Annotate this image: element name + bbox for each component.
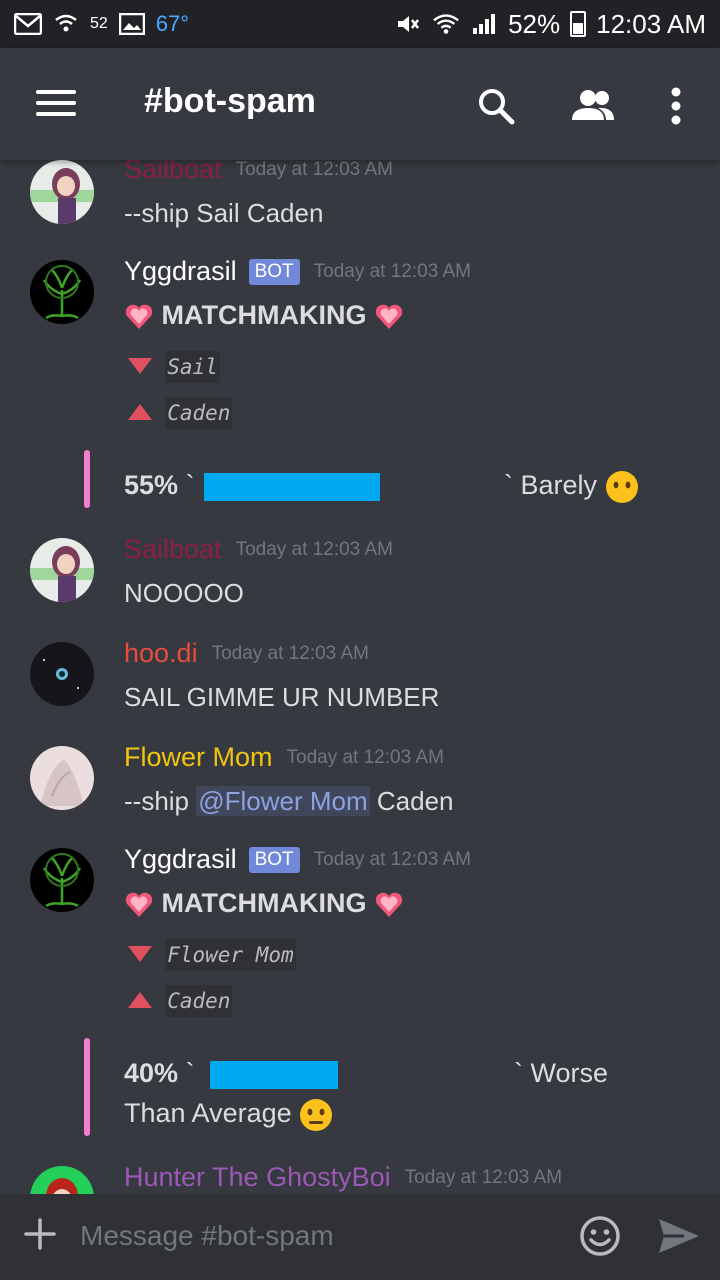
triangle-down-icon [128,946,152,962]
gmail-icon [14,12,42,36]
timestamp: Today at 12:03 AM [235,160,393,180]
search-icon[interactable] [474,84,518,128]
members-icon[interactable] [568,84,618,128]
triangle-up-icon [128,992,152,1008]
ship-name-up: Caden [128,984,233,1017]
plus-icon[interactable] [22,1216,58,1252]
notification-count: 52 [90,15,108,32]
matchmaking-title: MATCHMAKING [124,888,404,920]
title-text: MATCHMAKING [161,300,367,330]
match-progress-bar [204,473,380,501]
tick: ` [185,1058,195,1088]
title-text: MATCHMAKING [161,888,367,918]
more-vert-icon[interactable] [662,84,690,128]
author-name[interactable]: Sailboat [124,160,222,185]
tick: ` [504,470,513,501]
timestamp: Today at 12:03 AM [235,538,393,560]
heart-icon [125,892,153,917]
clock: 12:03 AM [596,8,706,39]
status-bar: 52 67° 52% 12:03 AM [0,0,720,48]
send-icon[interactable] [656,1216,702,1256]
match-progress-bar [210,1061,338,1089]
emoji-icon[interactable] [578,1214,622,1258]
avatar[interactable] [30,260,94,324]
embed-accent [84,450,90,508]
code-name: Flower Mom [165,939,296,971]
author-name[interactable]: Yggdrasil [124,844,237,875]
avatar[interactable] [30,848,94,912]
ship-name-up: Caden [128,396,233,429]
text-part: Caden [369,786,454,816]
author-name[interactable]: hoo.di [124,638,198,669]
neutral-face-icon [300,1099,333,1131]
bot-tag: BOT [248,258,300,285]
embed-percent-line: 40% ` [124,1058,195,1089]
timestamp: Today at 12:03 AM [404,1166,563,1188]
message-text: --ship Sail Caden [124,198,324,228]
code-name: Caden [165,985,233,1017]
message-list[interactable]: Sailboat Today at 12:03 AM --ship Sail C… [0,160,720,1194]
triangle-down-icon [128,358,152,374]
message-text: SAIL GIMME UR NUMBER [124,682,440,712]
text-part: --ship [124,786,197,816]
no-mouth-face-icon [605,471,638,503]
battery-icon [570,11,587,37]
embed-verdict: ` Worse [514,1058,608,1089]
author-name[interactable]: Flower Mom [124,742,273,773]
tick: ` [514,1058,523,1088]
ship-name-down: Sail [128,350,220,383]
channel-title: #bot-spam [144,82,316,120]
app-bar: #bot-spam [0,48,720,160]
avatar[interactable] [30,538,94,602]
message-text: --ship @Flower Mom Caden [124,786,454,817]
author-name[interactable]: Sailboat [124,534,222,565]
avatar[interactable] [30,160,94,224]
signal-icon [470,12,498,36]
embed-accent [84,1038,90,1136]
matchmaking-title: MATCHMAKING [124,300,404,332]
embed-percent-line: 55% ` [124,470,195,501]
message-text: NOOOOO [124,578,244,608]
verdict-text: Worse [530,1058,609,1088]
verdict-text: Barely [520,470,598,501]
image-icon [118,12,146,36]
avatar[interactable] [30,642,94,706]
timestamp: Today at 12:03 AM [286,746,444,768]
heart-icon [375,304,403,329]
embed-verdict: ` Barely [504,470,639,504]
mute-icon [394,12,422,36]
message-composer [0,1194,720,1280]
heart-icon [125,304,153,329]
code-name: Caden [165,397,233,429]
author-name[interactable]: Hunter The GhostyBoi [124,1162,391,1193]
match-percent: 55% [124,470,179,500]
battery-percent: 52% [508,8,561,39]
match-percent: 40% [124,1058,179,1088]
embed-verdict-line2: Than Average [124,1098,333,1132]
ship-name-down: Flower Mom [128,938,296,971]
heart-icon [375,892,403,917]
code-name: Sail [165,351,220,383]
menu-icon[interactable] [36,88,76,118]
triangle-up-icon [128,404,152,420]
message-input[interactable] [80,1214,550,1258]
temperature: 67° [155,11,190,36]
user-mention[interactable]: @Flower Mom [196,786,370,816]
verdict-text: Than Average [124,1098,292,1129]
wifi-icon [432,12,460,36]
bot-tag: BOT [248,846,300,873]
avatar[interactable] [30,746,94,810]
avatar[interactable] [30,1166,94,1194]
tick: ` [185,470,195,500]
timestamp: Today at 12:03 AM [211,642,369,664]
timestamp: Today at 12:03 AM [313,848,472,870]
author-name[interactable]: Yggdrasil [124,256,237,287]
timestamp: Today at 12:03 AM [313,260,472,282]
wifi-call-icon [52,12,80,36]
